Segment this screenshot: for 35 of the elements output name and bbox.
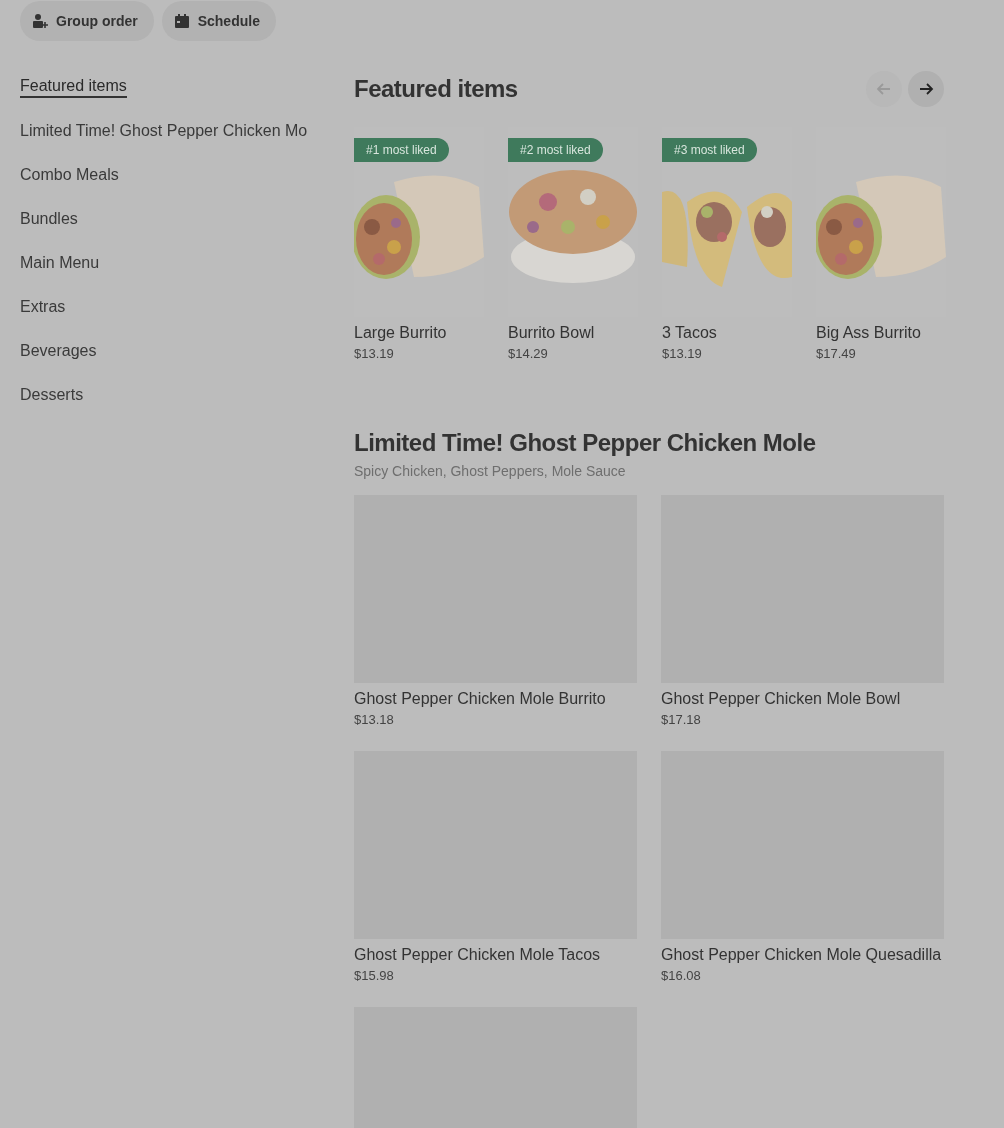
section-subtitle: Spicy Chicken, Ghost Peppers, Mole Sauce — [354, 463, 627, 479]
calendar-icon — [173, 13, 190, 29]
section-title: Limited Time! Ghost Pepper Chicken Mole — [354, 429, 817, 457]
item-name[interactable]: Large Burrito — [354, 323, 484, 343]
item-price: $14.29 — [508, 346, 549, 361]
category-link[interactable]: Main Menu — [20, 241, 100, 285]
category-link[interactable]: Bundles — [20, 197, 78, 241]
add-person-icon — [32, 13, 48, 29]
item-name[interactable]: Ghost Pepper Chicken Mole Bowl — [661, 689, 944, 709]
item-price: $16.08 — [661, 968, 702, 983]
item-name[interactable]: Big Ass Burrito — [816, 323, 946, 343]
item-price: $15.98 — [354, 968, 395, 983]
item-name[interactable]: 3 Tacos — [662, 323, 792, 343]
rank-badge: #3 most liked — [662, 138, 757, 162]
item-name[interactable]: Ghost Pepper Chicken Mole Tacos — [354, 945, 637, 965]
rank-badge: #2 most liked — [508, 138, 603, 162]
item-price: $17.49 — [816, 346, 857, 361]
section-title: Featured items — [354, 75, 518, 103]
next-button[interactable] — [908, 71, 944, 107]
item-name[interactable]: Ghost Pepper Chicken Mole Burrito — [354, 689, 637, 709]
item-name[interactable]: Burrito Bowl — [508, 323, 638, 343]
category-link[interactable]: Extras — [20, 285, 66, 329]
category-link[interactable]: Combo Meals — [20, 153, 119, 197]
rank-badge: #1 most liked — [354, 138, 449, 162]
schedule-button[interactable]: Schedule — [161, 1, 276, 41]
item-price: $17.18 — [661, 712, 702, 727]
category-link[interactable]: Featured items — [20, 65, 127, 109]
item-name[interactable]: Ghost Pepper Chicken Mole Quesadilla — [661, 945, 944, 965]
category-link[interactable]: Limited Time! Ghost Pepper Chicken Mo — [20, 109, 308, 153]
item-price: $13.19 — [662, 346, 703, 361]
category-link[interactable]: Desserts — [20, 373, 84, 417]
item-price: $13.19 — [354, 346, 395, 361]
group-order-button[interactable]: Group order — [20, 1, 154, 41]
item-price: $13.18 — [354, 712, 395, 727]
category-link[interactable]: Beverages — [20, 329, 97, 373]
